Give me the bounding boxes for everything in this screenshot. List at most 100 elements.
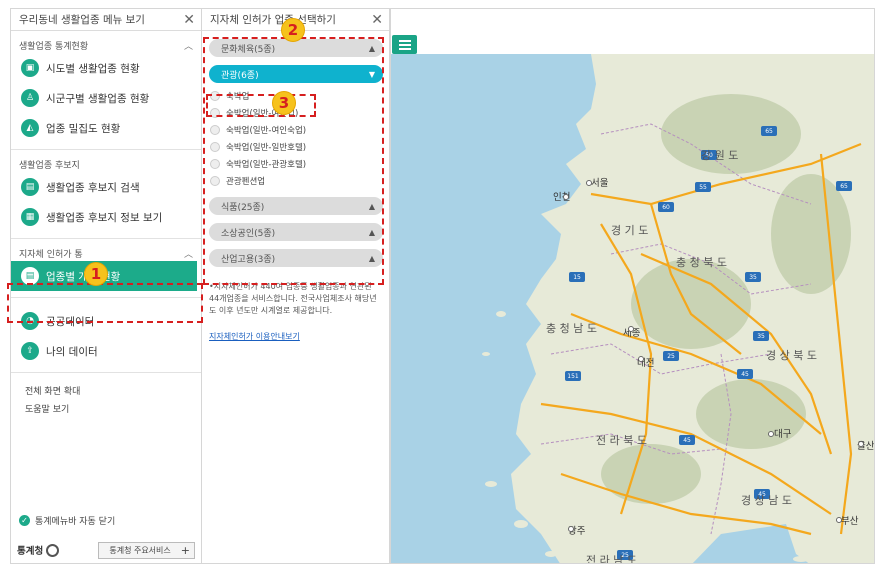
region-label: 경 상 북 도 — [766, 349, 817, 362]
svg-text:65: 65 — [765, 128, 773, 135]
menu-sido-status[interactable]: ▣ 시도별 생활업종 현황 — [11, 53, 201, 83]
menu-density-status[interactable]: ◭ 업종 밀집도 현황 — [11, 113, 201, 143]
list-item[interactable]: 숙박업(일반-관광호텔) — [209, 155, 383, 172]
svg-text:55: 55 — [699, 184, 707, 191]
radio-icon — [210, 90, 220, 101]
info-icon: ▦ — [21, 208, 39, 226]
category-label: 소상공인(5종) — [221, 228, 276, 239]
region-label: 전 라 북 도 — [596, 434, 647, 447]
help-link[interactable]: 도움말 보기 — [11, 399, 201, 417]
extra-links: 전체 화면 확대 도움말 보기 — [11, 373, 201, 417]
plus-icon: + — [180, 543, 190, 557]
korea-map[interactable]: 65 50 60 55 65 35 35 45 25 151 15 45 25 … — [391, 54, 875, 564]
section-title: 지자체 인허가 통 — [19, 249, 83, 260]
service-button-label: 통계청 주요서비스 — [109, 545, 171, 555]
logo-icon — [46, 543, 60, 557]
section-candidate: 생활업종 후보지 ▤ 생활업종 후보지 검색 ▦ 생활업종 후보지 정보 보기 — [11, 150, 201, 239]
left-panel-header: 우리동네 생활업종 메뉴 보기 ✕ — [11, 9, 201, 31]
main-services-button[interactable]: 통계청 주요서비스 + — [98, 541, 195, 559]
hamburger-icon — [398, 39, 411, 42]
annotation-badge-2: 2 — [281, 18, 305, 42]
left-panel-footer: 통계청 통계청 주요서비스 + — [11, 537, 201, 563]
menu-label: 공공데이터 — [46, 315, 95, 328]
map-view[interactable]: 65 50 60 55 65 35 35 45 25 151 15 45 25 … — [390, 8, 875, 564]
radio-icon — [210, 107, 220, 118]
radio-icon — [210, 124, 220, 135]
list-item[interactable]: 관광펜션업 — [209, 172, 383, 189]
category-list: 문화체육(5종) ▲ 관광(6종) ▼ 숙박업 숙박업(일반-여관업) 숙박업(… — [202, 31, 389, 267]
svg-text:45: 45 — [741, 371, 749, 378]
list-item[interactable]: 숙박업 — [209, 87, 383, 104]
category-tourism[interactable]: 관광(6종) ▼ — [209, 65, 383, 83]
city-label: 대구 — [774, 429, 792, 440]
category-small-business[interactable]: 소상공인(5종) ▲ — [209, 223, 383, 241]
region-label: 경 기 도 — [611, 224, 648, 237]
auto-close-label: 통계메뉴바 자동 닫기 — [35, 517, 116, 527]
menu-candidate-search[interactable]: ▤ 생활업종 후보지 검색 — [11, 172, 201, 202]
person-icon: ♙ — [21, 89, 39, 107]
map-menu-button[interactable] — [392, 35, 417, 54]
annotation-badge-1: 1 — [84, 262, 108, 286]
triangle-up-icon: ▲ — [368, 43, 375, 53]
tourism-item-list: 숙박업 숙박업(일반-여관업) 숙박업(일반-여인숙업) 숙박업(일반-일반호텔… — [209, 87, 383, 189]
menu-candidate-info[interactable]: ▦ 생활업종 후보지 정보 보기 — [11, 202, 201, 232]
chevron-up-icon[interactable]: ︿ — [184, 247, 193, 260]
svg-text:60: 60 — [662, 204, 670, 211]
left-menu-panel: 우리동네 생활업종 메뉴 보기 ✕ 생활업종 통계현황 ︿ ▣ 시도별 생활업종… — [10, 8, 202, 564]
section-title: 생활업종 통계현황 — [19, 41, 89, 52]
category-label: 문화체육(5종) — [221, 44, 276, 55]
left-panel-title: 우리동네 생활업종 메뉴 보기 — [19, 14, 145, 26]
radio-icon — [210, 158, 220, 169]
triangle-up-icon: ▲ — [368, 201, 375, 211]
svg-text:25: 25 — [667, 353, 675, 360]
city-label: 서울 — [591, 178, 609, 189]
item-label: 숙박업(일반-관광호텔) — [226, 159, 307, 170]
menu-label: 업종 밀집도 현황 — [46, 122, 121, 135]
category-panel-title: 지자체 인허가 업종 선택하기 — [210, 14, 336, 26]
region-label: 경 상 남 도 — [741, 494, 792, 507]
category-industry-employment[interactable]: 산업고용(3종) ▲ — [209, 249, 383, 267]
menu-label: 생활업종 후보지 정보 보기 — [46, 211, 163, 224]
svg-text:151: 151 — [567, 373, 579, 380]
list-item[interactable]: 숙박업(일반-여인숙업) — [209, 121, 383, 138]
section-data: ◔ 공공데이터 ⇪ 나의 데이터 — [11, 298, 201, 373]
section-stats: 생활업종 통계현황 ︿ ▣ 시도별 생활업종 현황 ♙ 시군구별 생활업종 현황… — [11, 31, 201, 150]
annotation-badge-3: 3 — [272, 91, 296, 115]
radio-icon — [210, 141, 220, 152]
map-icon: ▣ — [21, 59, 39, 77]
region-label: 충 청 남 도 — [546, 322, 597, 335]
fullscreen-link[interactable]: 전체 화면 확대 — [11, 381, 201, 399]
category-culture-sports[interactable]: 문화체육(5종) ▲ — [209, 39, 383, 57]
menu-public-data[interactable]: ◔ 공공데이터 — [11, 306, 201, 336]
radio-icon — [210, 175, 220, 186]
list-item[interactable]: 숙박업(일반-일반호텔) — [209, 138, 383, 155]
category-panel: 지자체 인허가 업종 선택하기 ✕ 문화체육(5종) ▲ 관광(6종) ▼ 숙박… — [202, 8, 390, 564]
svg-text:15: 15 — [573, 274, 581, 281]
menu-my-data[interactable]: ⇪ 나의 데이터 — [11, 336, 201, 366]
menu-label: 업종별 개업 현황 — [46, 270, 121, 283]
triangle-up-icon: ▲ — [368, 253, 375, 263]
section-title: 생활업종 후보지 — [19, 160, 80, 171]
item-label: 관광펜션업 — [226, 176, 266, 187]
list-item[interactable]: 숙박업(일반-여관업) — [209, 104, 383, 121]
close-icon[interactable]: ✕ — [183, 13, 195, 27]
pie-chart-icon: ◔ — [21, 312, 39, 330]
close-icon[interactable]: ✕ — [371, 13, 383, 27]
svg-text:45: 45 — [683, 437, 691, 444]
menu-label: 나의 데이터 — [46, 345, 98, 358]
upload-icon: ⇪ — [21, 342, 39, 360]
chevron-up-icon[interactable]: ︿ — [184, 39, 193, 52]
region-label: 강 원 도 — [701, 149, 738, 162]
item-label: 숙박업(일반-여인숙업) — [226, 125, 307, 136]
usage-guide-link[interactable]: 지자체인허가 이용안내보기 — [202, 331, 389, 342]
category-food[interactable]: 식품(25종) ▲ — [209, 197, 383, 215]
logo-text: 통계청 — [17, 546, 44, 557]
info-text: •지자체인허가 440여 업종중 생활업종과 연관된 44개업종을 서비스합니다… — [209, 282, 377, 315]
auto-close-toggle[interactable]: ✓ 통계메뉴바 자동 닫기 — [19, 514, 115, 527]
chart-icon: ◭ — [21, 119, 39, 137]
svg-text:35: 35 — [749, 274, 757, 281]
menu-sigungu-status[interactable]: ♙ 시군구별 생활업종 현황 — [11, 83, 201, 113]
svg-text:35: 35 — [757, 333, 765, 340]
document-icon: ▤ — [21, 267, 39, 285]
check-icon: ✓ — [19, 515, 30, 526]
